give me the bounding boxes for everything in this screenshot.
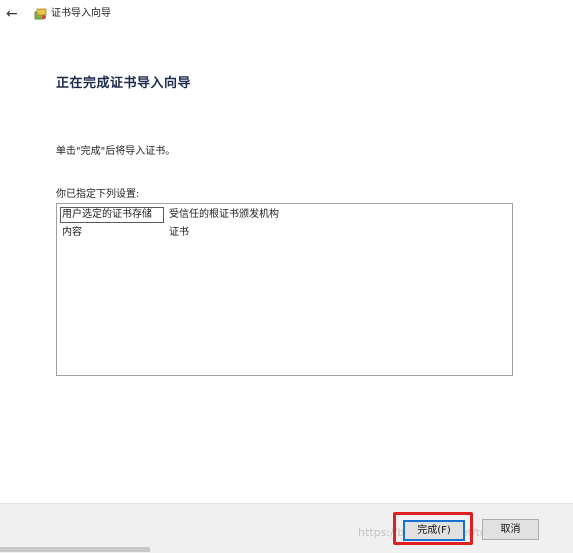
- settings-label: 你已指定下列设置:: [56, 189, 140, 200]
- settings-value-content: 证书: [169, 227, 189, 238]
- instruction-text: 单击"完成"后将导入证书。: [56, 146, 176, 157]
- bottom-edge-strip: [0, 547, 150, 552]
- settings-key-store: 用户选定的证书存储: [60, 207, 164, 223]
- certificate-wizard-icon: [34, 8, 47, 20]
- settings-key-content: 内容: [62, 227, 82, 238]
- window-title: 证书导入向导: [51, 8, 111, 19]
- settings-value-store: 受信任的根证书颁发机构: [169, 209, 279, 220]
- settings-list[interactable]: 用户选定的证书存储 受信任的根证书颁发机构 内容 证书: [56, 203, 513, 376]
- title-bar: ← 证书导入向导: [0, 0, 573, 30]
- finish-highlight-annotation: [393, 512, 473, 545]
- cancel-button[interactable]: 取消: [482, 519, 539, 540]
- page-heading: 正在完成证书导入向导: [56, 76, 192, 91]
- back-arrow-icon[interactable]: ←: [6, 6, 22, 22]
